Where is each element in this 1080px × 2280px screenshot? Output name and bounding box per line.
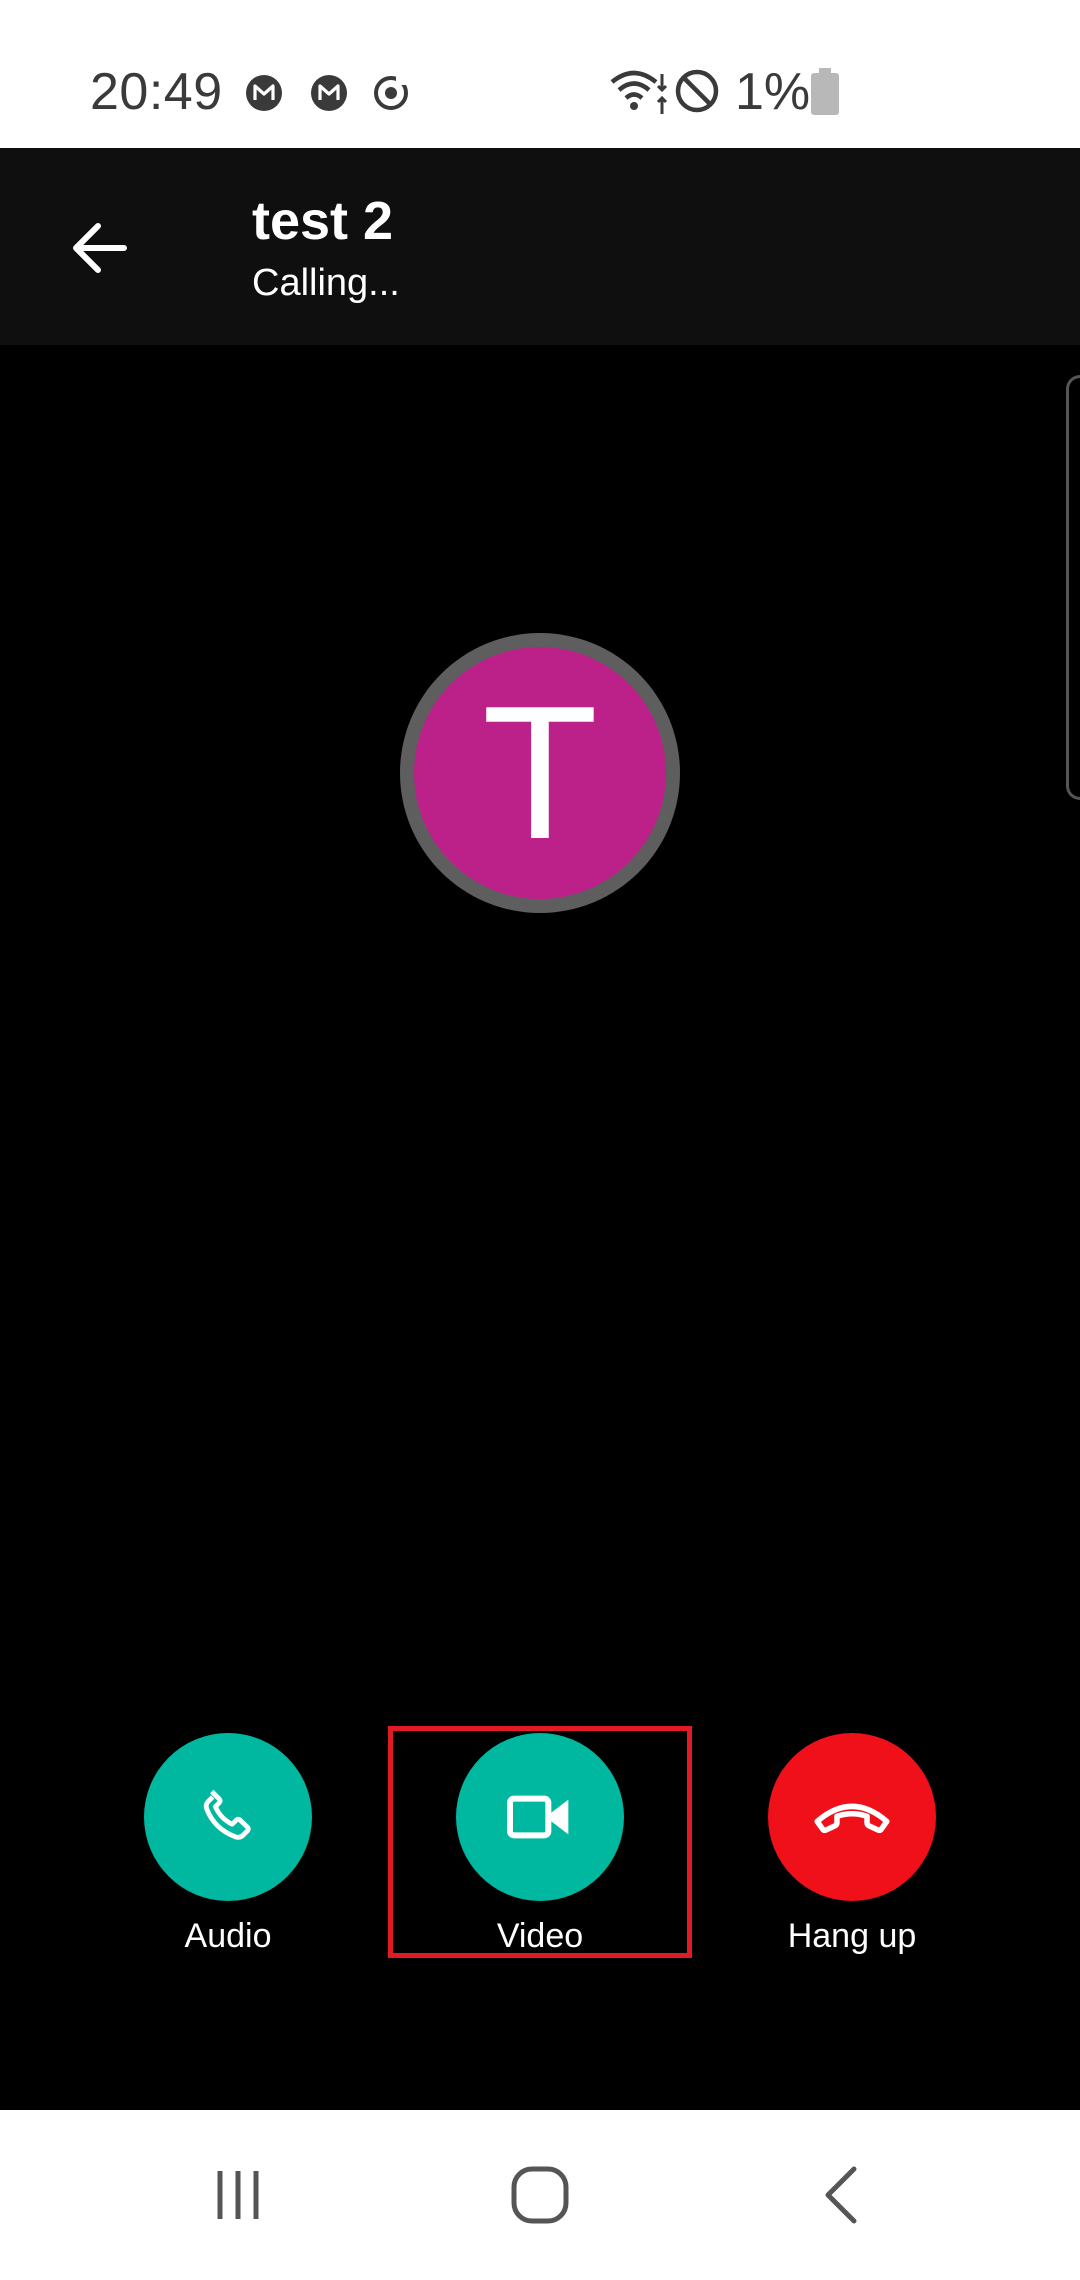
navigation-bar xyxy=(0,2110,1080,2280)
call-screen: 20:49 1% test 2 Calling... T Audio Video… xyxy=(0,0,1080,2280)
video-call-button[interactable]: Video xyxy=(440,1733,640,1956)
contact-avatar: T xyxy=(400,633,680,913)
gmail-icon xyxy=(311,75,347,111)
avatar-initial: T xyxy=(414,647,666,899)
end-call-icon xyxy=(814,1803,890,1833)
status-bar: 20:49 1% xyxy=(0,0,1080,148)
nav-back-button[interactable] xyxy=(792,2150,892,2240)
recent-apps-button[interactable] xyxy=(188,2150,288,2240)
scrollbar[interactable] xyxy=(1066,375,1080,800)
battery-percentage: 1% xyxy=(735,63,811,121)
arrow-back-icon xyxy=(73,223,127,273)
gmail-icon xyxy=(246,75,282,111)
phone-icon xyxy=(203,1789,251,1840)
status-time: 20:49 xyxy=(90,63,223,121)
sync-icon xyxy=(374,76,408,110)
hang-up-circle[interactable] xyxy=(768,1733,936,1901)
audio-label: Audio xyxy=(184,1917,272,1955)
home-button[interactable] xyxy=(490,2150,590,2240)
audio-call-button[interactable]: Audio xyxy=(128,1733,328,1956)
video-call-circle[interactable] xyxy=(456,1733,624,1901)
do-not-disturb-icon xyxy=(675,69,719,113)
chevron-left-icon xyxy=(825,2166,857,2224)
video-label: Video xyxy=(496,1917,584,1955)
contact-name: test 2 xyxy=(252,191,394,251)
video-camera-icon xyxy=(506,1795,569,1839)
hang-up-button[interactable]: Hang up xyxy=(752,1733,952,1956)
audio-call-circle[interactable] xyxy=(144,1733,312,1901)
back-button[interactable] xyxy=(60,208,140,288)
call-header: test 2 Calling... xyxy=(0,148,1080,345)
hang-up-label: Hang up xyxy=(787,1917,917,1955)
call-status: Calling... xyxy=(252,262,400,304)
battery-icon xyxy=(811,68,839,115)
recent-apps-icon xyxy=(217,2171,259,2219)
wifi-icon xyxy=(610,70,668,114)
home-icon xyxy=(511,2166,569,2224)
